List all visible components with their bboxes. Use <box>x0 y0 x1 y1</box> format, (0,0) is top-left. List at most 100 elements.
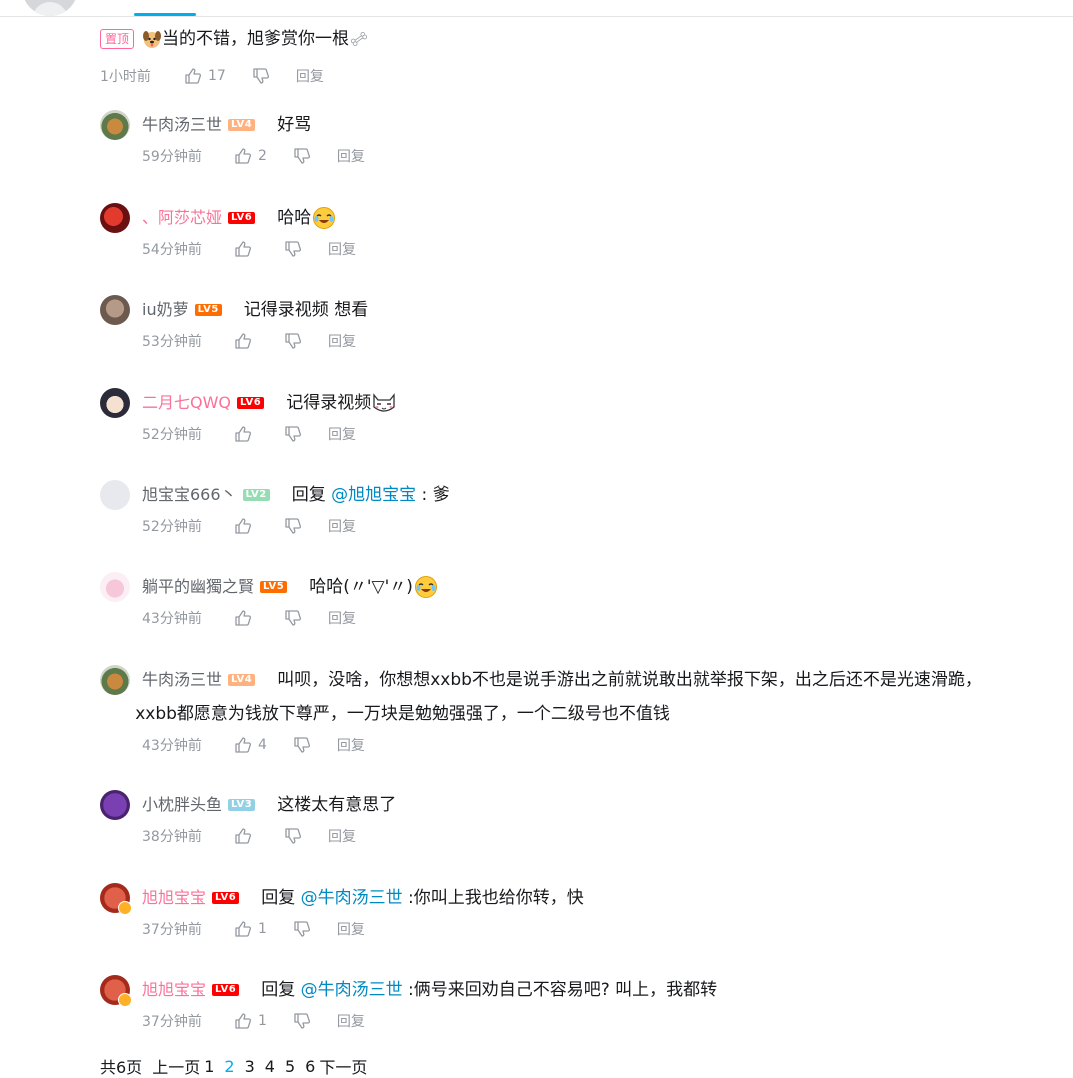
reply-button[interactable]: 回复 <box>328 608 356 628</box>
username[interactable]: iu奶萝 <box>142 293 189 327</box>
level-badge: LV6 <box>237 397 265 409</box>
reply-time: 59分钟前 <box>142 149 202 165</box>
like-button[interactable] <box>234 332 258 350</box>
page-number[interactable]: 1 <box>204 1057 214 1076</box>
reply-content: 记得录视频 想看 <box>244 293 368 327</box>
reply-prefix: 回复 <box>261 888 301 908</box>
reply-content: 回复 @旭旭宝宝 : 爹 <box>292 478 450 512</box>
like-button[interactable] <box>234 827 258 845</box>
reply-item: 小枕胖头鱼 LV3 这楼太有意思了 38分钟前 回复 <box>100 788 1060 846</box>
username[interactable]: 旭旭宝宝 <box>142 973 206 1007</box>
dislike-button[interactable] <box>284 609 302 627</box>
reply-meta: 54分钟前 回复 <box>142 239 1060 259</box>
reply-item: 躺平的幽獨之賢 LV5 哈哈(〃'▽'〃) 43分钟前 回复 <box>100 570 1060 628</box>
verified-badge-icon <box>118 901 132 915</box>
dislike-button[interactable] <box>293 147 311 165</box>
thumb-down-icon <box>285 828 302 844</box>
like-button[interactable] <box>234 240 258 258</box>
reply-prefix: 回复 <box>261 980 301 1000</box>
prev-page-button[interactable]: 上一页 <box>152 1054 200 1078</box>
dislike-button[interactable] <box>293 1012 311 1030</box>
root-time: 1小时前 <box>100 69 151 85</box>
avatar[interactable] <box>100 790 130 820</box>
level-badge: LV5 <box>260 581 288 593</box>
username[interactable]: 小枕胖头鱼 <box>142 788 222 822</box>
avatar[interactable] <box>100 883 132 915</box>
reply-button[interactable]: 回复 <box>328 516 356 536</box>
reply-button[interactable]: 回复 <box>296 66 324 86</box>
dislike-button[interactable] <box>284 517 302 535</box>
laugh-cry-emoji-icon <box>414 576 437 598</box>
reply-time: 43分钟前 <box>142 738 202 754</box>
thumb-down-icon <box>294 921 310 937</box>
cat-emoji-icon <box>373 393 395 412</box>
reply-button[interactable]: 回复 <box>328 826 356 846</box>
avatar[interactable] <box>100 572 130 602</box>
page-number[interactable]: 4 <box>265 1057 275 1076</box>
reply-button[interactable]: 回复 <box>328 424 356 444</box>
dislike-button[interactable] <box>293 920 311 938</box>
like-count: 2 <box>258 148 267 164</box>
avatar[interactable] <box>100 110 130 140</box>
reply-button[interactable]: 回复 <box>337 919 365 939</box>
like-button[interactable]: 1 <box>234 920 267 938</box>
username[interactable]: 躺平的幽獨之賢 <box>142 570 254 604</box>
reply-content: 好骂 <box>277 108 311 142</box>
username[interactable]: 二月七QWQ <box>142 386 231 420</box>
reply-button[interactable]: 回复 <box>337 146 365 166</box>
avatar[interactable] <box>100 388 130 418</box>
level-badge: LV5 <box>194 304 222 316</box>
dislike-button[interactable] <box>252 67 270 85</box>
like-button[interactable] <box>234 517 258 535</box>
username[interactable]: 旭宝宝666丶 <box>142 478 237 512</box>
level-badge: LV6 <box>212 984 240 996</box>
header-divider <box>0 16 1073 17</box>
like-count: 1 <box>258 1013 267 1029</box>
reply-meta: 52分钟前 回复 <box>142 516 1060 536</box>
next-page-button[interactable]: 下一页 <box>319 1054 367 1078</box>
thumb-down-icon <box>294 1013 310 1029</box>
username[interactable]: 牛肉汤三世 <box>142 108 222 142</box>
dislike-button[interactable] <box>284 425 302 443</box>
dislike-button[interactable] <box>293 736 311 754</box>
avatar[interactable] <box>100 203 130 233</box>
reply-item: 旭宝宝666丶 LV2 回复 @旭旭宝宝 : 爹 52分钟前 回复 <box>100 478 1060 536</box>
page-number-current[interactable]: 2 <box>224 1057 234 1076</box>
reply-meta: 37分钟前 1 回复 <box>142 1011 1060 1031</box>
mention-link[interactable]: @牛肉汤三世 <box>301 888 403 908</box>
username[interactable]: 旭旭宝宝 <box>142 881 206 915</box>
like-button[interactable]: 2 <box>234 147 267 165</box>
root-content: 置顶 当的不错，旭爹赏你一根 <box>100 28 1050 50</box>
page-number[interactable]: 5 <box>285 1057 295 1076</box>
reply-button[interactable]: 回复 <box>328 239 356 259</box>
username[interactable]: 、阿莎芯娅 <box>142 201 222 235</box>
reply-meta: 37分钟前 1 回复 <box>142 919 1060 939</box>
like-button[interactable] <box>234 425 258 443</box>
thumb-down-icon <box>285 610 302 626</box>
avatar[interactable] <box>100 975 132 1007</box>
thumb-up-icon <box>235 333 252 349</box>
like-button[interactable]: 1 <box>234 1012 267 1030</box>
dislike-button[interactable] <box>284 827 302 845</box>
dislike-button[interactable] <box>284 240 302 258</box>
level-badge: LV6 <box>212 892 240 904</box>
root-avatar[interactable] <box>22 0 78 16</box>
reply-button[interactable]: 回复 <box>337 1011 365 1031</box>
reply-button[interactable]: 回复 <box>337 735 365 755</box>
mention-link[interactable]: @旭旭宝宝 <box>331 485 416 505</box>
reply-button[interactable]: 回复 <box>328 331 356 351</box>
like-button[interactable]: 17 <box>184 67 226 85</box>
page-number[interactable]: 3 <box>245 1057 255 1076</box>
reply-meta: 43分钟前 回复 <box>142 608 1060 628</box>
avatar[interactable] <box>100 295 130 325</box>
username[interactable]: 牛肉汤三世 <box>142 663 222 697</box>
like-button[interactable] <box>234 609 258 627</box>
avatar[interactable] <box>100 665 130 695</box>
like-button[interactable]: 4 <box>234 736 267 754</box>
dislike-button[interactable] <box>284 332 302 350</box>
thumb-up-icon <box>185 68 202 84</box>
avatar[interactable] <box>100 480 130 510</box>
page-number[interactable]: 6 <box>305 1057 315 1076</box>
mention-link[interactable]: @牛肉汤三世 <box>301 980 403 1000</box>
reply-item: 旭旭宝宝 LV6 回复 @牛肉汤三世 :俩号来回劝自己不容易吧? 叫上，我都转 37分… <box>100 973 1060 1031</box>
